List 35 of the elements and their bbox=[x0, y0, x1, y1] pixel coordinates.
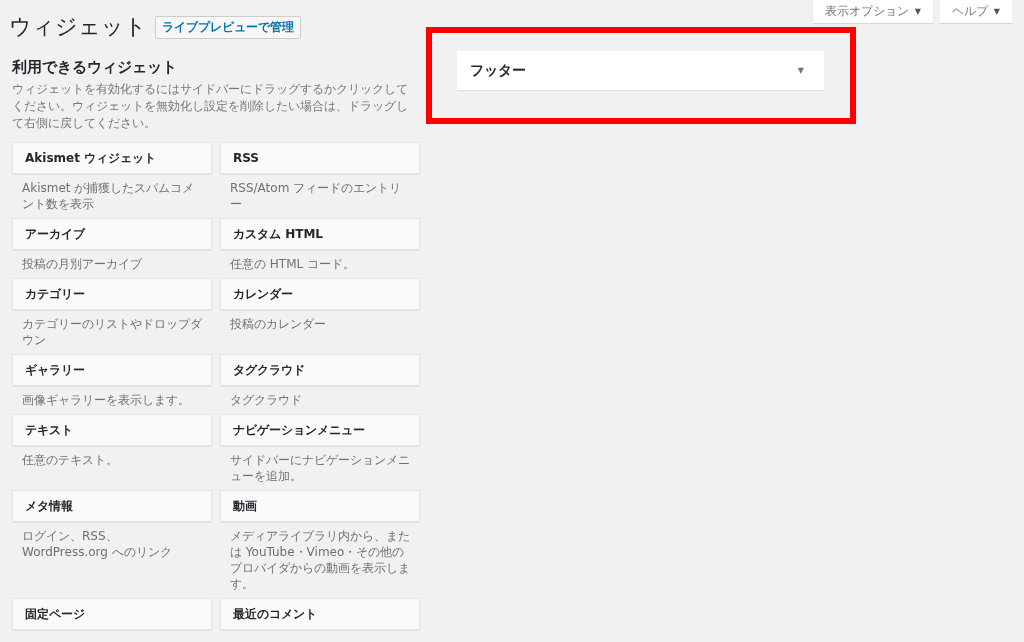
section-description: ウィジェットを有効化するにはサイドバーにドラッグするかクリックしてください。ウィジェットを無効化し設定を削除したい場合は、ドラッグして右側に戻してください。 bbox=[12, 81, 409, 132]
widget-description: 投稿のカレンダー bbox=[229, 316, 327, 333]
widget-item[interactable]: 最近のコメント bbox=[220, 598, 420, 630]
widget-item[interactable]: RSS bbox=[220, 142, 420, 174]
widget-item[interactable]: テキスト bbox=[12, 414, 212, 446]
widget-description: メディアライブラリ内から、または YouTube・Vimeo・その他のプロバイダからの動画を表示します。 bbox=[229, 528, 411, 593]
widget-item[interactable]: アーカイブ bbox=[12, 218, 212, 250]
widget-item[interactable]: 固定ページ bbox=[12, 598, 212, 630]
widget-description: タグクラウド bbox=[229, 392, 303, 409]
widget-description: ログイン、RSS、WordPress.org へのリンク bbox=[21, 528, 173, 561]
widget-item[interactable]: カスタム HTML bbox=[220, 218, 420, 250]
page-title: ウィジェット bbox=[9, 13, 147, 41]
widget-description: Akismet が捕獲したスパムコメント数を表示 bbox=[21, 180, 196, 213]
widget-description: カテゴリーのリストやドロップダウン bbox=[21, 316, 203, 349]
live-preview-button[interactable]: ライブプレビューで管理 bbox=[155, 15, 301, 39]
widget-item[interactable]: Akismet ウィジェット bbox=[12, 142, 212, 174]
toggle-icon[interactable]: ▼ bbox=[797, 66, 804, 75]
widget-item[interactable]: タグクラウド bbox=[220, 354, 420, 386]
sidebar-title: フッター bbox=[470, 61, 526, 80]
screen-option-tab[interactable]: ヘルプ ▼ bbox=[939, 0, 1012, 23]
widget-item[interactable]: 動画 bbox=[220, 490, 420, 522]
screen-option-tab[interactable]: 表示オプション ▼ bbox=[812, 0, 933, 23]
widget-description: 任意の HTML コード。 bbox=[229, 256, 357, 273]
widget-description: 投稿の月別アーカイブ bbox=[21, 256, 143, 273]
widget-description: サイドバーにナビゲーションメニューを追加。 bbox=[229, 452, 411, 485]
sidebar-panel[interactable]: フッター ▼ bbox=[457, 51, 824, 90]
widget-item[interactable]: メタ情報 bbox=[12, 490, 212, 522]
widget-description: 画像ギャラリーを表示します。 bbox=[21, 392, 191, 409]
widget-description: RSS/Atom フィードのエントリー bbox=[229, 180, 403, 213]
widget-description: 任意のテキスト。 bbox=[21, 452, 119, 469]
widget-item[interactable]: ナビゲーションメニュー bbox=[220, 414, 420, 446]
section-heading: 利用できるウィジェット bbox=[12, 58, 178, 77]
widget-item[interactable]: ギャラリー bbox=[12, 354, 212, 386]
widget-item[interactable]: カレンダー bbox=[220, 278, 420, 310]
widget-item[interactable]: カテゴリー bbox=[12, 278, 212, 310]
